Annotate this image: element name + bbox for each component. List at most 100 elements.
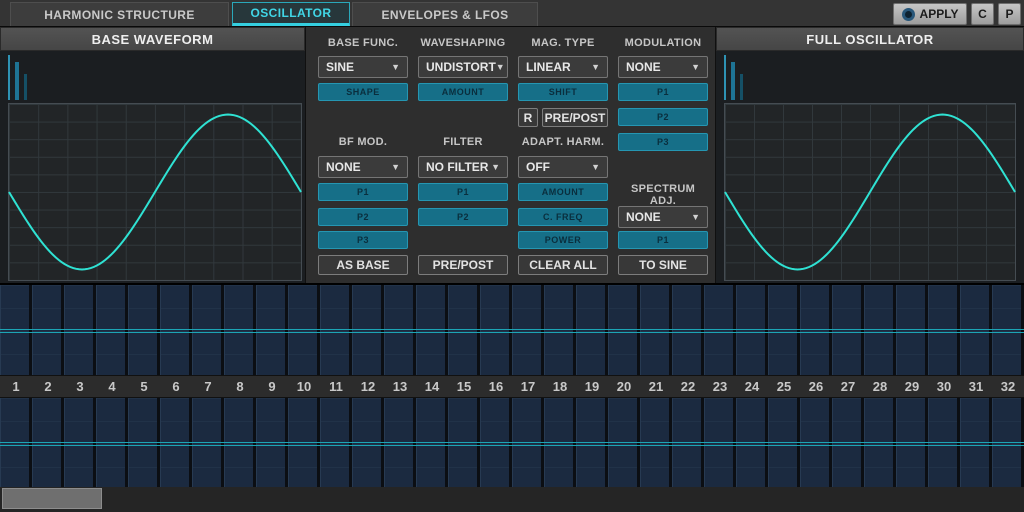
adapt-amount-button[interactable]: AMOUNT — [518, 183, 608, 201]
harmonic-bar-cell-lower[interactable] — [544, 398, 576, 487]
apply-button[interactable]: APPLY — [893, 3, 967, 25]
harmonic-bar-cell-lower[interactable] — [672, 398, 704, 487]
to-sine-button[interactable]: TO SINE — [618, 255, 708, 275]
harmonic-bar-cell-upper[interactable] — [352, 285, 384, 375]
amount-param-button[interactable]: AMOUNT — [418, 83, 508, 101]
harmonic-bar-cell-lower[interactable] — [256, 398, 288, 487]
harmonic-bar-cell-lower[interactable] — [896, 398, 928, 487]
harmonic-bar-cell-upper[interactable] — [320, 285, 352, 375]
harmonic-bar-cell-lower[interactable] — [928, 398, 960, 487]
as-base-button[interactable]: AS BASE — [318, 255, 408, 275]
harmonic-bar-cell-upper[interactable] — [672, 285, 704, 375]
bf-mod-dropdown[interactable]: NONE ▼ — [318, 156, 408, 178]
harmonic-bar-cell-upper[interactable] — [224, 285, 256, 375]
harmonic-bar-cell-upper[interactable] — [256, 285, 288, 375]
bf-mod-p2-button[interactable]: P2 — [318, 208, 408, 226]
harmonic-bar-cell-lower[interactable] — [352, 398, 384, 487]
tab-harmonic-structure[interactable]: HARMONIC STRUCTURE — [10, 2, 229, 26]
adapt-power-button[interactable]: POWER — [518, 231, 608, 249]
modulation-dropdown[interactable]: NONE ▼ — [618, 56, 708, 78]
harmonic-bar-cell-upper[interactable] — [608, 285, 640, 375]
shift-param-button[interactable]: SHIFT — [518, 83, 608, 101]
harmonic-bar-cell-lower[interactable] — [736, 398, 768, 487]
harmonic-bar-cell-lower[interactable] — [640, 398, 672, 487]
filter-dropdown[interactable]: NO FILTER ▼ — [418, 156, 508, 178]
harmonic-bar-cell-upper[interactable] — [832, 285, 864, 375]
modulation-p2-button[interactable]: P2 — [618, 108, 708, 126]
bf-mod-p1-button[interactable]: P1 — [318, 183, 408, 201]
harmonic-bar-cell-upper[interactable] — [480, 285, 512, 375]
harmonic-bar-cell-upper[interactable] — [992, 285, 1024, 375]
harmonic-bar-cell-lower[interactable] — [576, 398, 608, 487]
harmonic-bar-cell-upper[interactable] — [544, 285, 576, 375]
harmonic-bar-cell-lower[interactable] — [608, 398, 640, 487]
harmonic-bar-cell-lower[interactable] — [704, 398, 736, 487]
harmonic-bar-cell-upper[interactable] — [512, 285, 544, 375]
harmonic-bar-cell-upper[interactable] — [576, 285, 608, 375]
harmonic-bar-cell-lower[interactable] — [288, 398, 320, 487]
harmonic-bar-cell-upper[interactable] — [96, 285, 128, 375]
harmonic-bar-cell-lower[interactable] — [160, 398, 192, 487]
harmonic-bar-cell-upper[interactable] — [192, 285, 224, 375]
harmonic-bar-cell-upper[interactable] — [0, 285, 32, 375]
harmonic-bar-cell-upper[interactable] — [288, 285, 320, 375]
harmonic-bar-cell-upper[interactable] — [960, 285, 992, 375]
mag-type-dropdown[interactable]: LINEAR ▼ — [518, 56, 608, 78]
harmonic-bar-cell-upper[interactable] — [32, 285, 64, 375]
harmonic-bar-cell-lower[interactable] — [224, 398, 256, 487]
bf-mod-p3-button[interactable]: P3 — [318, 231, 408, 249]
harmonic-bar-cell-upper[interactable] — [896, 285, 928, 375]
harmonic-bar-cell-lower[interactable] — [32, 398, 64, 487]
harmonic-bar-cell-lower[interactable] — [512, 398, 544, 487]
harmonic-bar-cell-lower[interactable] — [0, 398, 32, 487]
harmonic-bar-cell-upper[interactable] — [128, 285, 160, 375]
harmonic-bar-cell-lower[interactable] — [128, 398, 160, 487]
harmonic-bar-cell-upper[interactable] — [800, 285, 832, 375]
harmonic-bar-cell-upper[interactable] — [864, 285, 896, 375]
harmonic-bar-cell-lower[interactable] — [832, 398, 864, 487]
harmonic-bar-cell-lower[interactable] — [64, 398, 96, 487]
harmonic-bar-cell-lower[interactable] — [320, 398, 352, 487]
adapt-harm-dropdown[interactable]: OFF ▼ — [518, 156, 608, 178]
waveshaping-dropdown[interactable]: UNDISTORT ▼ — [418, 56, 508, 78]
harmonic-bar-cell-lower[interactable] — [960, 398, 992, 487]
harmonic-bar-cell-lower[interactable] — [416, 398, 448, 487]
modulation-p3-button[interactable]: P3 — [618, 133, 708, 151]
r-toggle-button[interactable]: R — [518, 108, 538, 127]
harmonic-bar-cell-upper[interactable] — [736, 285, 768, 375]
harmonic-bar-cell-upper[interactable] — [928, 285, 960, 375]
harmonic-bar-cell-upper[interactable] — [384, 285, 416, 375]
tab-oscillator[interactable]: OSCILLATOR — [232, 2, 350, 26]
harmonic-scrollbar[interactable] — [0, 487, 1024, 512]
spectrum-p1-button[interactable]: P1 — [618, 231, 708, 249]
harmonic-bar-cell-lower[interactable] — [992, 398, 1024, 487]
modulation-p1-button[interactable]: P1 — [618, 83, 708, 101]
spectrum-adj-dropdown[interactable]: NONE ▼ — [618, 206, 708, 228]
filter-p1-button[interactable]: P1 — [418, 183, 508, 201]
harmonic-bar-cell-upper[interactable] — [768, 285, 800, 375]
paste-button[interactable]: P — [998, 3, 1021, 25]
harmonic-bar-cell-lower[interactable] — [192, 398, 224, 487]
harmonic-bar-cell-lower[interactable] — [864, 398, 896, 487]
harmonic-bar-cell-lower[interactable] — [384, 398, 416, 487]
copy-button[interactable]: C — [971, 3, 994, 25]
waveshaping-prepost-button[interactable]: PRE/POST — [418, 255, 508, 275]
harmonic-bar-cell-upper[interactable] — [640, 285, 672, 375]
clear-all-button[interactable]: CLEAR ALL — [518, 255, 608, 275]
harmonic-bar-cell-upper[interactable] — [416, 285, 448, 375]
filter-p2-button[interactable]: P2 — [418, 208, 508, 226]
harmonic-bar-cell-upper[interactable] — [704, 285, 736, 375]
harmonic-bar-cell-upper[interactable] — [64, 285, 96, 375]
harmonic-bar-cell-lower[interactable] — [800, 398, 832, 487]
harmonic-bar-cell-upper[interactable] — [160, 285, 192, 375]
harmonic-bar-cell-upper[interactable] — [448, 285, 480, 375]
base-func-dropdown[interactable]: SINE ▼ — [318, 56, 408, 78]
scrollbar-thumb[interactable] — [2, 488, 102, 509]
harmonic-bar-cell-lower[interactable] — [768, 398, 800, 487]
harmonic-bar-cell-lower[interactable] — [96, 398, 128, 487]
harmonic-bar-cell-lower[interactable] — [480, 398, 512, 487]
adapt-cfreq-button[interactable]: C. FREQ — [518, 208, 608, 226]
shape-param-button[interactable]: SHAPE — [318, 83, 408, 101]
mag-prepost-button[interactable]: PRE/POST — [542, 108, 608, 127]
tab-envelopes-lfos[interactable]: ENVELOPES & LFOS — [352, 2, 538, 26]
